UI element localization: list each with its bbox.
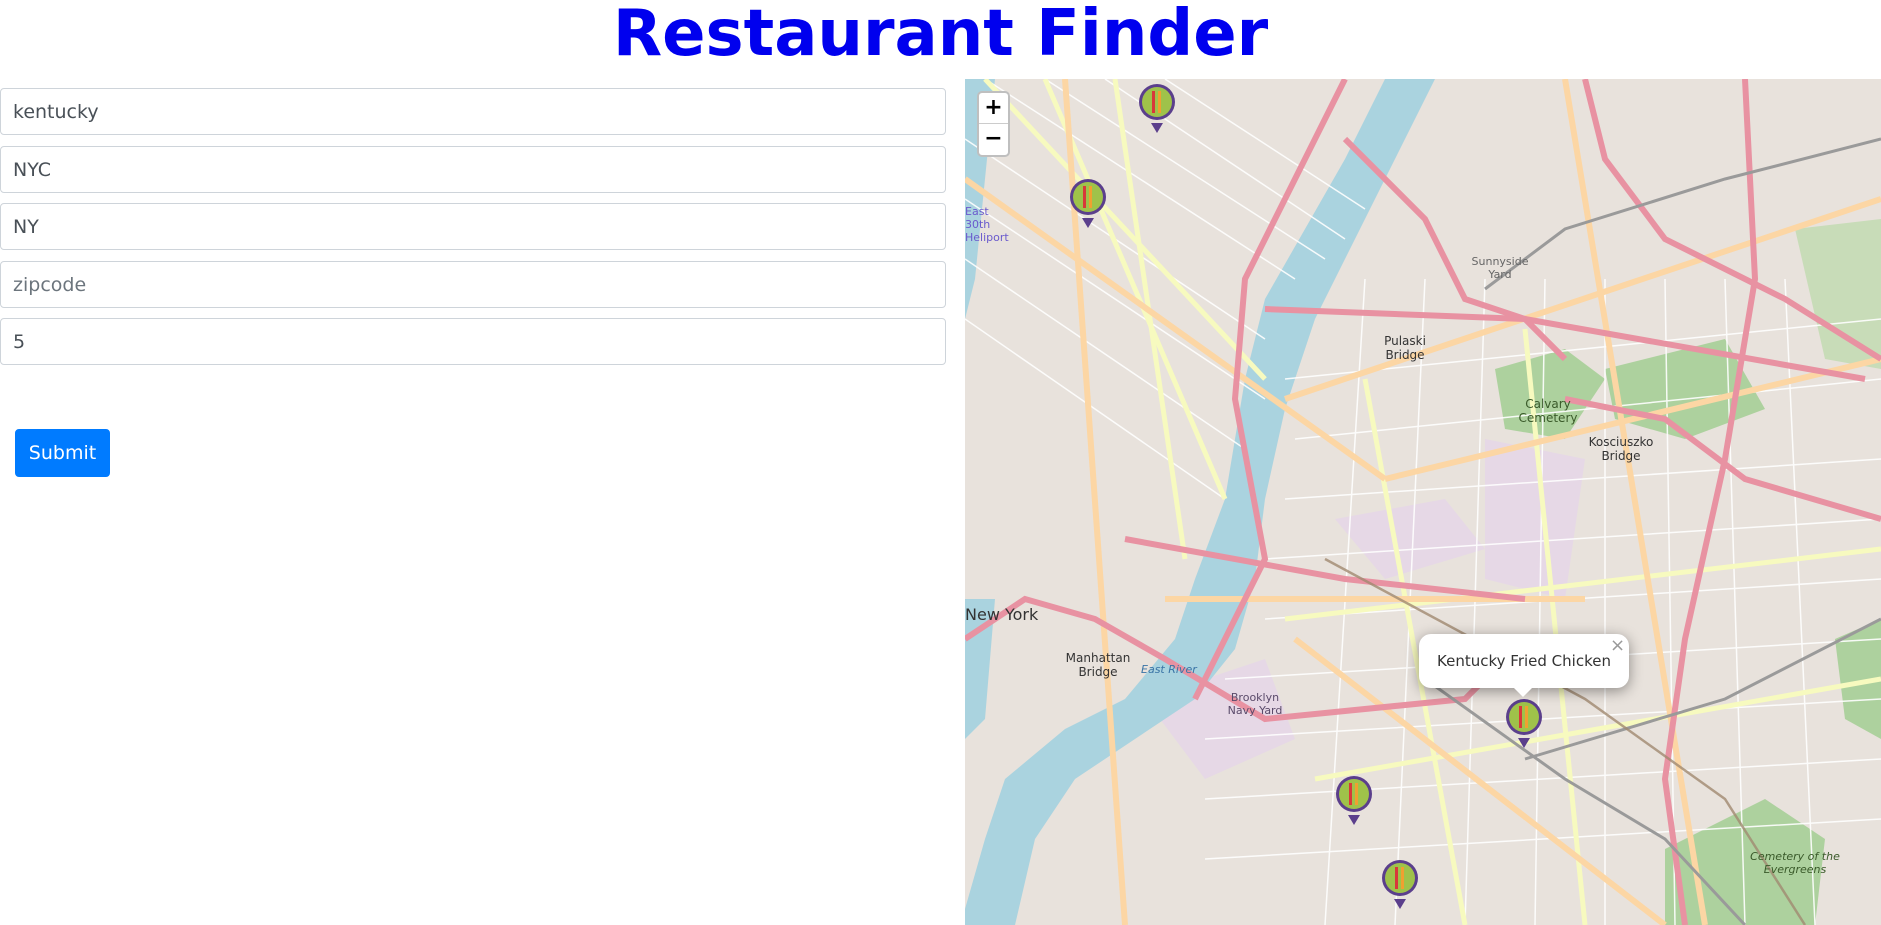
map[interactable]: New York Manhattan Bridge Pulaski Bridge… — [965, 79, 1881, 925]
map-label-calvary-cemetery: Calvary Cemetery — [1518, 397, 1578, 425]
term-input[interactable] — [0, 88, 946, 135]
marker-popup: Kentucky Fried Chicken — [1419, 634, 1629, 688]
zoom-in-button[interactable]: + — [979, 93, 1008, 124]
map-label-new-york: New York — [965, 605, 1039, 624]
restaurant-marker-icon[interactable] — [1136, 83, 1178, 133]
restaurant-marker-icon[interactable] — [1503, 698, 1545, 748]
submit-button[interactable]: Submit — [15, 429, 110, 477]
zoom-control: + − — [977, 91, 1010, 157]
popup-tip — [1511, 685, 1535, 697]
map-label-cemetery-evergreens: Cemetery of the Evergreens — [1750, 850, 1840, 876]
popup-close-icon[interactable]: × — [1610, 635, 1625, 656]
map-label-pulaski-bridge: Pulaski Bridge — [1384, 334, 1426, 362]
map-label-manhattan-bridge: Manhattan Bridge — [1065, 651, 1131, 679]
map-label-east-river: East River — [1141, 663, 1197, 676]
map-label-sunnyside-yard: Sunnyside Yard — [1471, 255, 1529, 281]
map-label-kosciuszko-bridge: Kosciuszko Bridge — [1588, 435, 1654, 463]
map-label-navy-yard: Brooklyn Navy Yard — [1227, 691, 1283, 717]
restaurant-marker-icon[interactable] — [1333, 775, 1375, 825]
state-input[interactable] — [0, 203, 946, 250]
restaurant-marker-icon[interactable] — [1379, 859, 1421, 909]
page-title: Restaurant Finder — [612, 0, 1269, 71]
restaurant-marker-icon[interactable] — [1067, 178, 1109, 228]
map-label-heliport: East 30th Heliport — [965, 205, 1009, 244]
city-input[interactable] — [0, 146, 946, 193]
limit-input[interactable] — [0, 318, 946, 365]
zipcode-input[interactable] — [0, 261, 946, 308]
zoom-out-button[interactable]: − — [979, 124, 1008, 155]
